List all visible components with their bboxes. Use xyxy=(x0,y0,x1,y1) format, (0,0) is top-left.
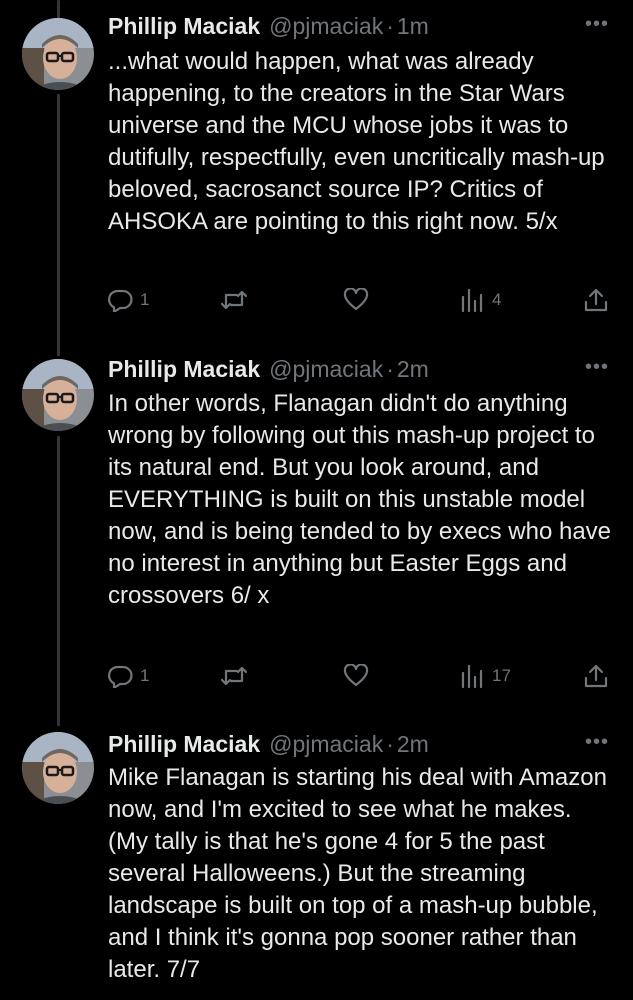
share-button[interactable] xyxy=(583,285,609,315)
share-button[interactable] xyxy=(583,661,609,691)
views-icon xyxy=(461,664,483,688)
reply-count: 1 xyxy=(140,666,150,685)
heart-icon xyxy=(343,288,369,311)
share-icon xyxy=(584,288,608,312)
more-horizontal-icon[interactable]: ••• xyxy=(585,729,609,755)
tweet-text: Mike Flanagan is starting his deal with … xyxy=(108,764,607,983)
author-handle[interactable]: @pjmaciak xyxy=(269,354,383,384)
tweet-header: Phillip Maciak @pjmaciak · 2m ••• xyxy=(108,729,613,759)
separator-dot: · xyxy=(386,731,394,757)
author-name[interactable]: Phillip Maciak xyxy=(108,729,260,759)
retweet-icon xyxy=(220,290,248,310)
reply-icon xyxy=(108,665,133,688)
tweet-thread: Phillip Maciak @pjmaciak · 1m ••• ...wha… xyxy=(0,0,633,1000)
avatar[interactable] xyxy=(22,359,94,431)
like-button[interactable] xyxy=(343,661,369,691)
views-icon xyxy=(461,288,483,312)
author-handle[interactable]: @pjmaciak xyxy=(269,11,383,41)
tweet-header: Phillip Maciak @pjmaciak · 2m ••• xyxy=(108,354,613,384)
separator-dot: · xyxy=(386,13,394,39)
timestamp[interactable]: 1m xyxy=(397,11,429,41)
like-button[interactable] xyxy=(343,285,369,315)
retweet-button[interactable] xyxy=(220,285,248,315)
retweet-icon xyxy=(220,666,248,686)
views-count: 4 xyxy=(492,290,502,309)
views-count: 17 xyxy=(492,666,511,685)
reply-icon xyxy=(108,289,133,312)
reply-button[interactable]: 1 xyxy=(108,285,149,315)
reply-button[interactable]: 1 xyxy=(108,661,149,691)
tweet[interactable]: Phillip Maciak @pjmaciak · 1m ••• ...wha… xyxy=(0,0,633,340)
more-horizontal-icon[interactable]: ••• xyxy=(585,11,609,37)
separator-dot: · xyxy=(386,356,394,382)
tweet-header: Phillip Maciak @pjmaciak · 1m ••• xyxy=(108,11,613,41)
tweet[interactable]: Phillip Maciak @pjmaciak · 2m ••• Mike F… xyxy=(0,720,633,1000)
author-name[interactable]: Phillip Maciak xyxy=(108,354,260,384)
heart-icon xyxy=(343,664,369,687)
avatar[interactable] xyxy=(22,732,94,804)
retweet-button[interactable] xyxy=(220,661,248,691)
tweet-text: In other words, Flanagan didn't do anyth… xyxy=(108,390,612,609)
author-handle[interactable]: @pjmaciak xyxy=(269,729,383,759)
views-button[interactable]: 4 xyxy=(460,285,501,315)
reply-count: 1 xyxy=(140,290,150,309)
timestamp[interactable]: 2m xyxy=(397,354,429,384)
share-icon xyxy=(584,664,608,688)
views-button[interactable]: 17 xyxy=(460,661,511,691)
tweet-text: ...what would happen, what was already h… xyxy=(108,48,605,235)
more-horizontal-icon[interactable]: ••• xyxy=(585,354,609,380)
author-name[interactable]: Phillip Maciak xyxy=(108,11,260,41)
avatar[interactable] xyxy=(22,18,94,90)
timestamp[interactable]: 2m xyxy=(397,729,429,759)
tweet[interactable]: Phillip Maciak @pjmaciak · 2m ••• In oth… xyxy=(0,340,633,720)
